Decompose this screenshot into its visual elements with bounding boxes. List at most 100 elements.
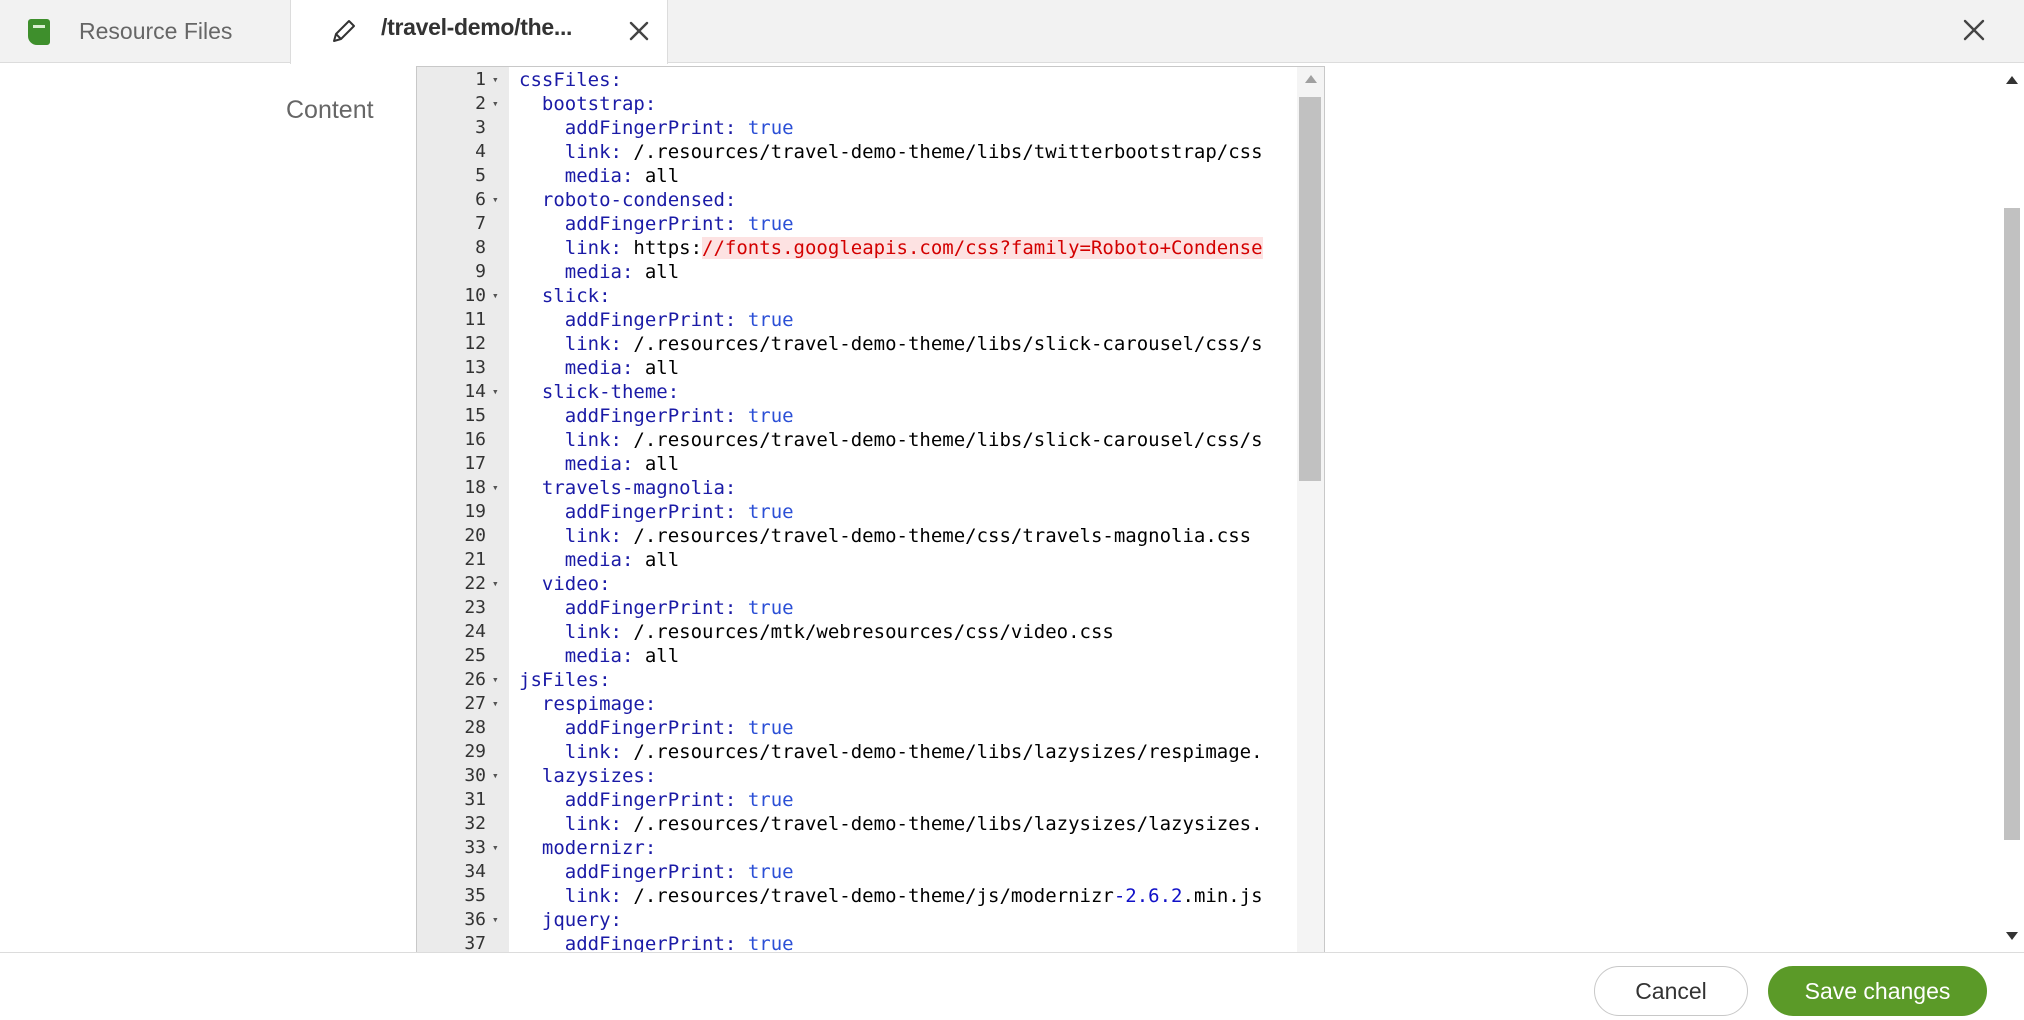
code-line[interactable]: 25 media: all [417, 644, 1297, 668]
code-token: /.resources/travel-demo-theme/libs/slick… [621, 429, 1263, 451]
page-scrollbar[interactable] [2000, 64, 2024, 952]
code-line[interactable]: 11 addFingerPrint: true [417, 308, 1297, 332]
code-line[interactable]: 3 addFingerPrint: true [417, 116, 1297, 140]
code-line[interactable]: 28 addFingerPrint: true [417, 716, 1297, 740]
line-number: 27 [464, 693, 486, 714]
code-line[interactable]: 7 addFingerPrint: true [417, 212, 1297, 236]
pencil-icon [333, 20, 355, 42]
code-token: media: [564, 261, 634, 283]
code-token: /.resources/travel-demo-theme/libs/slick… [621, 333, 1263, 355]
line-number: 22 [464, 573, 486, 594]
code-editor[interactable]: 1 ▾ cssFiles: 2 ▾ bootstrap: 3 addFingerPrint… [416, 66, 1325, 958]
code-line[interactable]: 35 link: /.resources/travel-demo-theme/j… [417, 884, 1297, 908]
code-line[interactable]: 27 ▾ respimage: [417, 692, 1297, 716]
code-line[interactable]: 26 ▾ jsFiles: [417, 668, 1297, 692]
editor-scrollbar[interactable] [1297, 67, 1324, 957]
code-token: true [747, 309, 794, 331]
code-line[interactable]: 13 media: all [417, 356, 1297, 380]
line-number: 21 [464, 549, 486, 570]
code-line[interactable]: 2 ▾ bootstrap: [417, 92, 1297, 116]
code-line[interactable]: 6 ▾ roboto-condensed: [417, 188, 1297, 212]
line-number: 7 [475, 213, 486, 234]
close-icon[interactable] [1956, 12, 1992, 48]
code-line[interactable]: 18 ▾ travels-magnolia: [417, 476, 1297, 500]
scroll-down-icon[interactable] [2006, 932, 2018, 940]
cancel-button[interactable]: Cancel [1594, 966, 1748, 1016]
code-token: lazysizes: [541, 765, 657, 787]
line-number: 15 [464, 405, 486, 426]
code-token: true [747, 861, 794, 883]
code-line[interactable]: 21 media: all [417, 548, 1297, 572]
code-line[interactable]: 9 media: all [417, 260, 1297, 284]
code-token: true [747, 213, 794, 235]
resource-files-icon [28, 18, 50, 45]
code-line[interactable]: 10 ▾ slick: [417, 284, 1297, 308]
code-line[interactable]: 20 link: /.resources/travel-demo-theme/c… [417, 524, 1297, 548]
fold-arrow-icon[interactable]: ▾ [492, 668, 506, 692]
code-text: lazysizes: [519, 764, 1297, 788]
code-token: all [633, 261, 680, 283]
save-changes-button[interactable]: Save changes [1768, 966, 1987, 1016]
code-text: video: [519, 572, 1297, 596]
fold-arrow-icon[interactable]: ▾ [492, 764, 506, 788]
scrollbar-thumb[interactable] [1299, 97, 1321, 481]
code-line[interactable]: 8 link: https://fonts.googleapis.com/css… [417, 236, 1297, 260]
code-line[interactable]: 34 addFingerPrint: true [417, 860, 1297, 884]
fold-arrow-icon[interactable]: ▾ [492, 476, 506, 500]
fold-arrow-icon[interactable]: ▾ [492, 188, 506, 212]
fold-arrow-icon[interactable]: ▾ [492, 68, 506, 92]
code-line[interactable]: 31 addFingerPrint: true [417, 788, 1297, 812]
code-line[interactable]: 19 addFingerPrint: true [417, 500, 1297, 524]
code-line[interactable]: 30 ▾ lazysizes: [417, 764, 1297, 788]
code-line[interactable]: 17 media: all [417, 452, 1297, 476]
code-token: /.resources/travel-demo-theme/libs/twitt… [621, 141, 1263, 163]
code-line[interactable]: 12 link: /.resources/travel-demo-theme/l… [417, 332, 1297, 356]
code-token: media: [564, 645, 634, 667]
code-line[interactable]: 24 link: /.resources/mtk/webresources/cs… [417, 620, 1297, 644]
code-token: addFingerPrint: [564, 117, 737, 139]
fold-arrow-icon[interactable]: ▾ [492, 380, 506, 404]
code-line[interactable]: 15 addFingerPrint: true [417, 404, 1297, 428]
close-icon[interactable] [623, 15, 655, 47]
code-token: media: [564, 453, 634, 475]
tab-editor-active[interactable]: /travel-demo/the... [290, 0, 668, 64]
code-line[interactable]: 1 ▾ cssFiles: [417, 68, 1297, 92]
code-text: addFingerPrint: true [519, 788, 1297, 812]
tab-resource-files[interactable]: Resource Files [0, 0, 290, 63]
code-text: respimage: [519, 692, 1297, 716]
code-line[interactable]: 36 ▾ jquery: [417, 908, 1297, 932]
code-token: /.resources/travel-demo-theme/css/travel… [621, 525, 1252, 547]
scroll-up-icon[interactable] [2006, 76, 2018, 84]
code-line[interactable]: 32 link: /.resources/travel-demo-theme/l… [417, 812, 1297, 836]
fold-arrow-icon[interactable]: ▾ [492, 572, 506, 596]
line-number: 14 [464, 381, 486, 402]
code-line[interactable]: 33 ▾ modernizr: [417, 836, 1297, 860]
code-line[interactable]: 29 link: /.resources/travel-demo-theme/l… [417, 740, 1297, 764]
line-number: 20 [464, 525, 486, 546]
fold-arrow-icon[interactable]: ▾ [492, 692, 506, 716]
fold-arrow-icon[interactable]: ▾ [492, 908, 506, 932]
code-line[interactable]: 14 ▾ slick-theme: [417, 380, 1297, 404]
scroll-up-icon[interactable] [1305, 75, 1317, 83]
code-text: link: /.resources/travel-demo-theme/libs… [519, 812, 1297, 836]
scrollbar-thumb[interactable] [2004, 208, 2020, 840]
code-token: bootstrap: [541, 93, 657, 115]
code-line[interactable]: 22 ▾ video: [417, 572, 1297, 596]
code-line[interactable]: 4 link: /.resources/travel-demo-theme/li… [417, 140, 1297, 164]
fold-arrow-icon[interactable]: ▾ [492, 836, 506, 860]
code-line[interactable]: 16 link: /.resources/travel-demo-theme/l… [417, 428, 1297, 452]
fold-arrow-icon[interactable]: ▾ [492, 92, 506, 116]
code-line[interactable]: 5 media: all [417, 164, 1297, 188]
fold-arrow-icon[interactable]: ▾ [492, 284, 506, 308]
line-number: 16 [464, 429, 486, 450]
code-line[interactable]: 23 addFingerPrint: true [417, 596, 1297, 620]
